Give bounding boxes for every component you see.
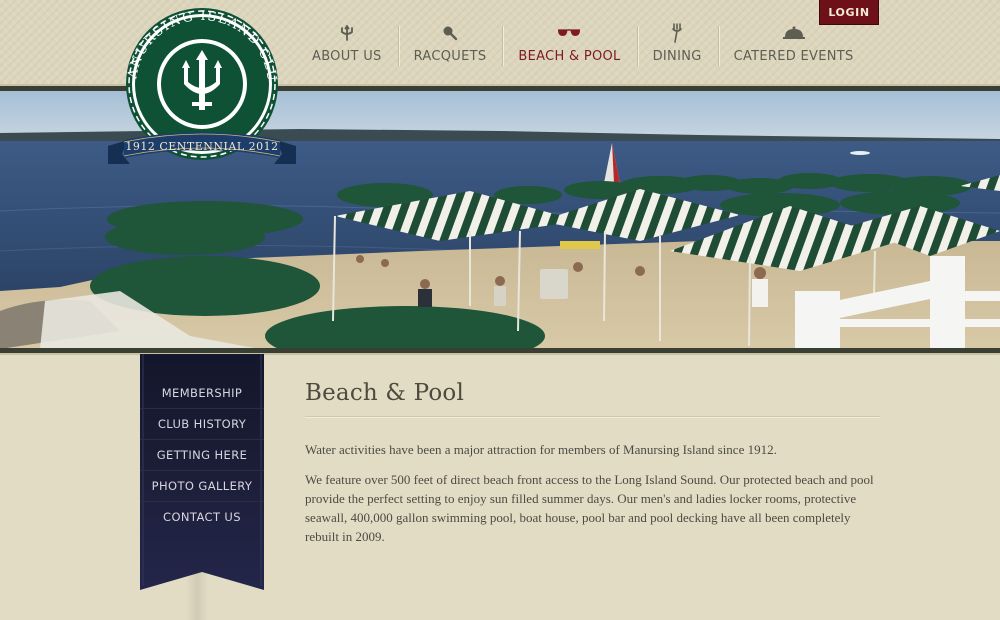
nav-label: DINING (652, 49, 702, 64)
nav-label: CATERED EVENTS (733, 49, 854, 64)
main-nav: ABOUT US RACQUETS BEACH & POOL DINING CA… (296, 22, 870, 72)
sidebar-item-contact-us[interactable]: CONTACT US (140, 501, 264, 532)
tennis-racquet-icon (442, 22, 458, 44)
nav-dining[interactable]: DINING (636, 22, 718, 70)
body-paragraph: We feature over 500 feet of direct beach… (305, 472, 874, 544)
nav-racquets[interactable]: RACQUETS (397, 22, 503, 70)
main-content: Beach & Pool Water activities have been … (305, 380, 880, 546)
sidebar-menu: MEMBERSHIP CLUB HISTORY GETTING HERE PHO… (140, 377, 264, 532)
trident-icon (340, 22, 354, 44)
sidebar-item-photo-gallery[interactable]: PHOTO GALLERY (140, 470, 264, 501)
logo-centennial-banner: 1912 CENTENNIAL 2012 (125, 140, 278, 153)
sidebar-item-membership[interactable]: MEMBERSHIP (140, 377, 264, 408)
page-title: Beach & Pool (305, 380, 880, 417)
nav-label: ABOUT US (312, 49, 382, 64)
sidebar-item-club-history[interactable]: CLUB HISTORY (140, 408, 264, 439)
nav-about-us[interactable]: ABOUT US (296, 22, 398, 70)
nav-beach-pool[interactable]: BEACH & POOL (502, 22, 636, 70)
sidebar-item-getting-here[interactable]: GETTING HERE (140, 439, 264, 470)
sidebar-ribbon: MEMBERSHIP CLUB HISTORY GETTING HERE PHO… (140, 354, 264, 590)
nav-label: BEACH & POOL (518, 49, 621, 64)
login-button[interactable]: LOGIN (819, 0, 879, 25)
nav-label: RACQUETS (413, 49, 487, 64)
cloche-icon (782, 22, 805, 44)
intro-paragraph: Water activities have been a major attra… (305, 442, 777, 457)
fork-icon (671, 22, 683, 44)
club-logo[interactable]: MANURSING ISLAND CLUB 1912 CENTENNIAL 20… (99, 0, 298, 172)
nav-catered-events[interactable]: CATERED EVENTS (717, 22, 870, 70)
sunglasses-icon (557, 22, 581, 44)
